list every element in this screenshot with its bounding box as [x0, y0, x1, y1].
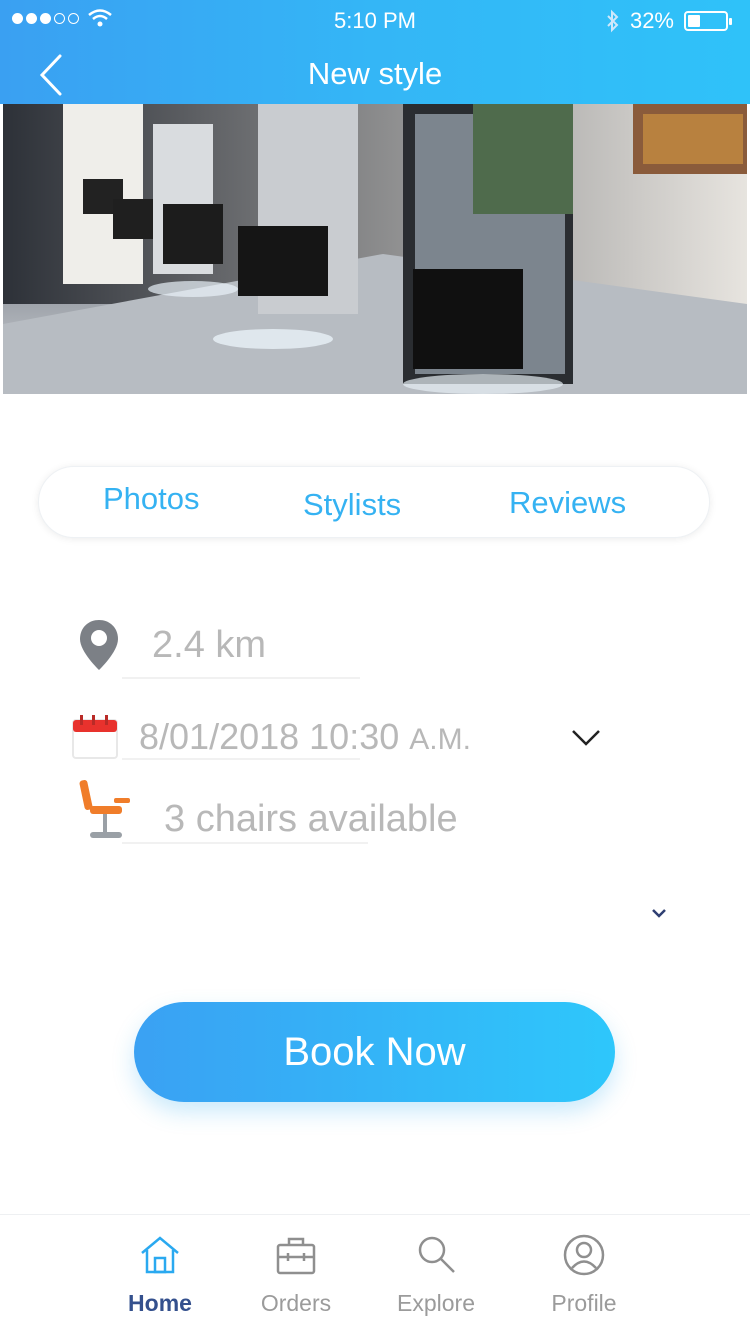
- tab-orders[interactable]: Orders: [236, 1233, 356, 1317]
- detail-tabs: Photos Stylists Reviews: [38, 466, 710, 538]
- search-icon: [418, 1236, 455, 1273]
- datetime-value: 8/01/2018 10:30: [139, 716, 400, 757]
- salon-photo: [3, 104, 747, 394]
- bluetooth-icon: [607, 9, 619, 33]
- divider: [122, 842, 368, 844]
- tab-profile[interactable]: Profile: [524, 1233, 644, 1317]
- tab-explore-label: Explore: [397, 1290, 475, 1316]
- battery-icon: [684, 11, 732, 31]
- tab-profile-label: Profile: [551, 1290, 617, 1316]
- distance-text: 2.4 km: [152, 624, 267, 666]
- tab-explore[interactable]: Explore: [376, 1233, 496, 1317]
- chevron-down-icon[interactable]: [570, 728, 602, 748]
- tab-photos[interactable]: Photos: [103, 481, 200, 517]
- salon-interior-image: [3, 104, 747, 394]
- chairs-available-text: 3 chairs available: [164, 798, 458, 840]
- tab-orders-label: Orders: [260, 1290, 332, 1316]
- location-pin-icon: [80, 620, 118, 670]
- tab-home-label: Home: [128, 1290, 192, 1316]
- datetime-suffix: A.M.: [409, 723, 471, 756]
- book-now-button[interactable]: Book Now: [134, 1002, 615, 1102]
- tab-home[interactable]: Home: [100, 1233, 220, 1317]
- tab-reviews[interactable]: Reviews: [509, 485, 626, 521]
- home-icon: [141, 1236, 179, 1274]
- page-title: New style: [307, 56, 443, 91]
- status-right: 32%: [606, 8, 732, 34]
- tab-stylists[interactable]: Stylists: [303, 487, 401, 523]
- header: 5:10 PM 32% New style: [0, 0, 750, 104]
- calendar-icon: [72, 715, 118, 759]
- status-bar: 5:10 PM 32%: [0, 6, 750, 36]
- briefcase-icon: [276, 1237, 316, 1275]
- salon-chair-icon: [79, 780, 130, 838]
- profile-icon: [563, 1234, 605, 1276]
- chevron-down-small-icon[interactable]: [651, 907, 667, 919]
- datetime-text: 8/01/2018 10:30 A.M.: [139, 716, 471, 758]
- bottom-tab-bar: Home Orders Explore Profile: [0, 1214, 750, 1334]
- divider: [122, 677, 360, 679]
- battery-percent: 32%: [629, 8, 674, 33]
- divider: [122, 758, 360, 760]
